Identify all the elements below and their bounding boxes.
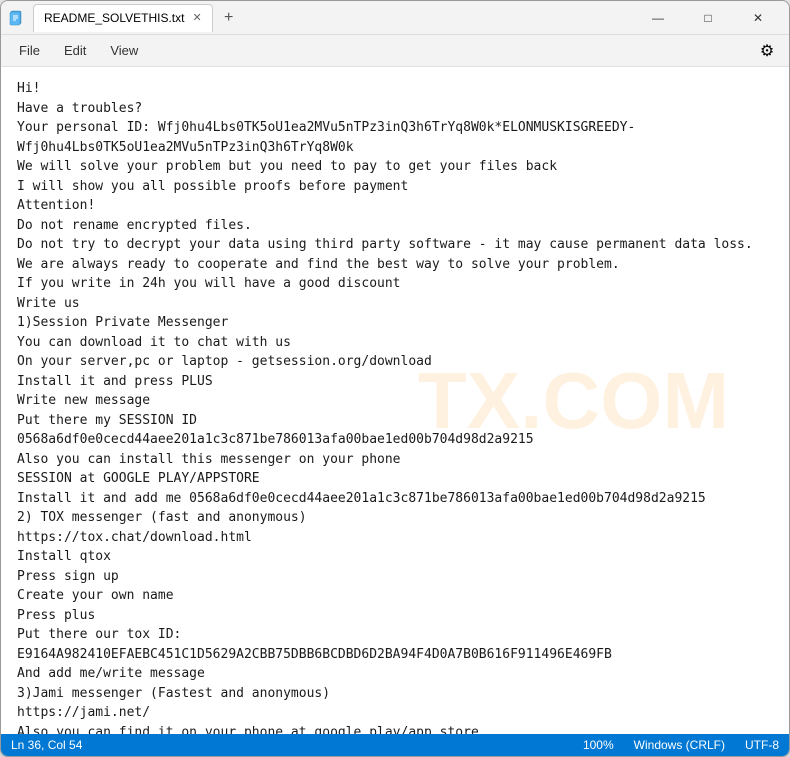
content-area: TX.COM Hi! Have a troubles? Your persona…: [1, 67, 789, 734]
tab-title: README_SOLVETHIS.txt: [44, 11, 184, 25]
line-col-status: Ln 36, Col 54: [11, 738, 82, 752]
maximize-button[interactable]: □: [685, 1, 731, 35]
minimize-button[interactable]: —: [635, 1, 681, 35]
encoding-status: UTF-8: [745, 738, 779, 752]
menu-view[interactable]: View: [100, 39, 148, 62]
status-bar: Ln 36, Col 54 100% Windows (CRLF) UTF-8: [1, 734, 789, 756]
settings-icon[interactable]: ⚙: [753, 37, 781, 65]
close-button[interactable]: ✕: [735, 1, 781, 35]
text-editor[interactable]: TX.COM Hi! Have a troubles? Your persona…: [1, 67, 789, 734]
zoom-status: 100%: [583, 738, 614, 752]
menu-items: File Edit View: [9, 39, 148, 62]
menu-bar: File Edit View ⚙: [1, 35, 789, 67]
menu-edit[interactable]: Edit: [54, 39, 96, 62]
tab-area: README_SOLVETHIS.txt ✕ +: [33, 4, 241, 32]
app-icon: [9, 10, 25, 26]
file-content[interactable]: Hi! Have a troubles? Your personal ID: W…: [17, 79, 773, 734]
menu-file[interactable]: File: [9, 39, 50, 62]
tab-close-button[interactable]: ✕: [192, 13, 201, 24]
window-controls: — □ ✕: [635, 1, 781, 35]
main-window: README_SOLVETHIS.txt ✕ + — □ ✕ File Edit…: [0, 0, 790, 757]
active-tab[interactable]: README_SOLVETHIS.txt ✕: [33, 4, 213, 32]
new-tab-button[interactable]: +: [217, 6, 241, 30]
title-bar-left: README_SOLVETHIS.txt ✕ +: [9, 4, 635, 32]
title-bar: README_SOLVETHIS.txt ✕ + — □ ✕: [1, 1, 789, 35]
line-ending-status: Windows (CRLF): [634, 738, 725, 752]
